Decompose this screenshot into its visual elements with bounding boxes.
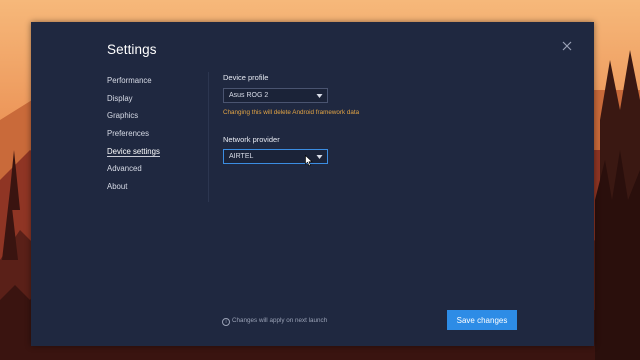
nav-divider [208, 72, 209, 202]
save-changes-button[interactable]: Save changes [447, 310, 517, 330]
network-provider-value: AIRTEL [229, 153, 254, 160]
device-profile-warning: Changing this will delete Android framew… [223, 109, 360, 116]
chevron-down-icon [316, 155, 323, 159]
nav-item-performance[interactable]: Performance [107, 75, 160, 93]
settings-dialog: Settings Performance Display Graphics Pr… [31, 22, 594, 346]
nav-item-device-settings[interactable]: Device settings [107, 146, 160, 164]
nav-item-display[interactable]: Display [107, 93, 160, 111]
device-profile-select[interactable]: Asus ROG 2 [223, 88, 328, 103]
dialog-title: Settings [107, 42, 157, 57]
nav-item-preferences[interactable]: Preferences [107, 128, 160, 146]
device-profile-value: Asus ROG 2 [229, 92, 269, 99]
chevron-down-icon [316, 94, 323, 98]
settings-nav: Performance Display Graphics Preferences… [107, 75, 160, 199]
network-provider-label: Network provider [223, 135, 280, 144]
device-profile-label: Device profile [223, 73, 269, 82]
restart-note: i Changes will apply on next launch [222, 317, 327, 326]
nav-item-about[interactable]: About [107, 181, 160, 199]
nav-item-advanced[interactable]: Advanced [107, 163, 160, 181]
info-icon: i [222, 317, 230, 326]
mouse-cursor-icon [305, 155, 313, 167]
nav-item-graphics[interactable]: Graphics [107, 110, 160, 128]
close-icon[interactable] [559, 38, 575, 54]
